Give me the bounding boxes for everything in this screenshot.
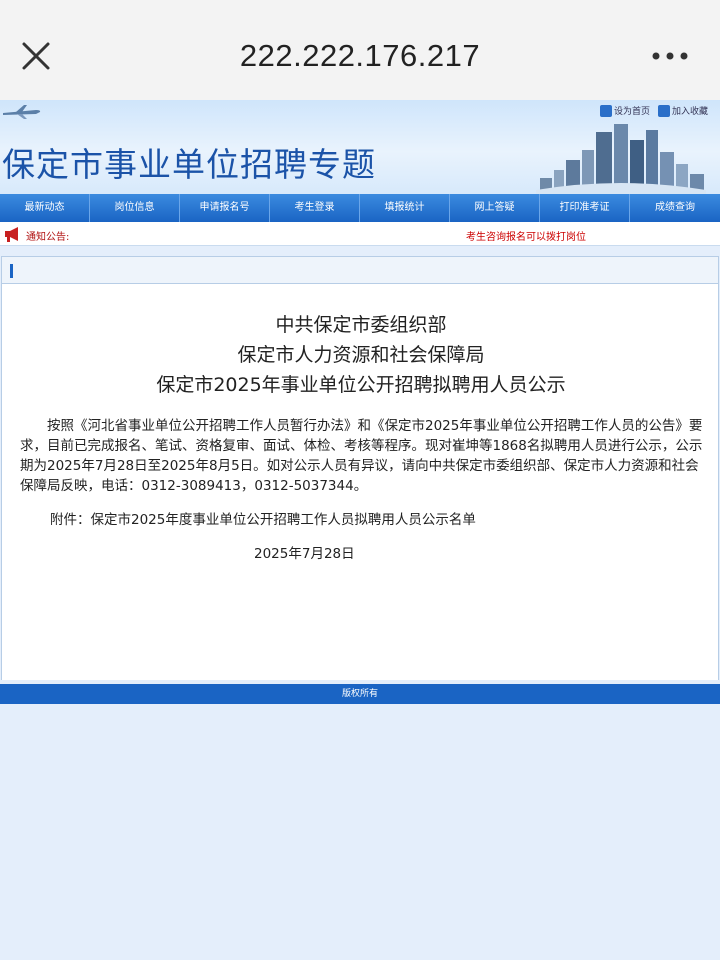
- add-favorite-label: 加入收藏: [671, 107, 708, 117]
- site-title: 保定市事业单位招聘专题: [2, 145, 376, 184]
- nav-item-login[interactable]: 考生登录: [270, 194, 360, 222]
- city-skyline-image: [536, 124, 706, 194]
- browser-top-bar: 222.222.176.217: [0, 0, 720, 100]
- section-header-bar: [1, 256, 719, 284]
- home-icon: [599, 104, 612, 117]
- article-content: 中共保定市委组织部 保定市人力资源和社会保障局 保定市2025年事业单位公开招聘…: [1, 284, 719, 680]
- star-icon: [657, 104, 670, 117]
- nav-item-scores[interactable]: 成绩查询: [630, 194, 720, 222]
- site-banner: 保定市事业单位招聘专题 设为首页 加入收藏: [0, 100, 720, 194]
- notice-label: 通知公告:: [26, 232, 70, 243]
- nav-item-positions[interactable]: 岗位信息: [90, 194, 180, 222]
- set-home-link[interactable]: 设为首页: [599, 104, 650, 117]
- top-links: 设为首页 加入收藏: [599, 104, 708, 117]
- nav-item-latest[interactable]: 最新动态: [0, 194, 90, 222]
- article-date: 2025年7月28日: [254, 546, 355, 562]
- article-body: 按照《河北省事业单位公开招聘工作人员暂行办法》和《保定市2025年事业单位公开招…: [20, 418, 703, 494]
- megaphone-icon: [5, 227, 18, 242]
- section-marker: [10, 264, 13, 278]
- article-heading-1: 中共保定市委组织部: [275, 314, 447, 336]
- airplane-icon: [3, 105, 41, 119]
- nav-item-stats[interactable]: 填报统计: [360, 194, 450, 222]
- nav-item-apply-number[interactable]: 申请报名号: [180, 194, 270, 222]
- nav-item-qa[interactable]: 网上答疑: [450, 194, 540, 222]
- notice-bar: 通知公告: 考生咨询报名可以拨打岗位: [0, 222, 720, 246]
- url-text: 222.222.176.217: [239, 38, 481, 73]
- main-nav: 最新动态 岗位信息 申请报名号 考生登录 填报统计 网上答疑 打印准考证 成绩查…: [0, 194, 720, 222]
- footer-bar: 版权所有: [0, 684, 720, 704]
- article-attachment[interactable]: 附件：保定市2025年度事业单位公开招聘工作人员拟聘用人员公示名单: [50, 508, 476, 528]
- copyright-text: 版权所有: [341, 689, 378, 699]
- notice-scroll-text[interactable]: 考生咨询报名可以拨打岗位: [466, 228, 586, 243]
- article-heading-2: 保定市人力资源和社会保障局: [237, 344, 485, 366]
- set-home-label: 设为首页: [613, 107, 650, 117]
- nav-item-print-ticket[interactable]: 打印准考证: [540, 194, 630, 222]
- more-dots-icon[interactable]: [648, 44, 692, 68]
- add-favorite-link[interactable]: 加入收藏: [657, 104, 708, 117]
- article-heading-3: 保定市2025年事业单位公开招聘拟聘用人员公示: [156, 374, 566, 396]
